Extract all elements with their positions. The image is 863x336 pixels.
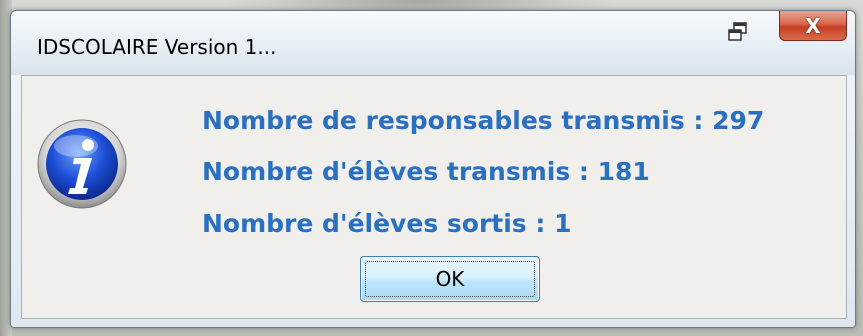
- close-icon: X: [805, 13, 821, 38]
- info-icon: [37, 119, 127, 209]
- dialog-content: Nombre de responsables transmis : 297 No…: [21, 75, 847, 319]
- restore-button[interactable]: [727, 21, 749, 43]
- restore-icon: [728, 22, 747, 41]
- message-line-eleves-sortis: Nombre d'élèves sortis : 1: [202, 209, 572, 238]
- ok-button[interactable]: OK: [360, 256, 540, 302]
- dialog-title: IDSCOLAIRE Version 1...: [37, 35, 277, 59]
- message-line-eleves-transmis: Nombre d'élèves transmis : 181: [202, 157, 650, 186]
- close-button[interactable]: X: [779, 11, 847, 41]
- dialog-titlebar[interactable]: IDSCOLAIRE Version 1... X: [11, 11, 855, 75]
- message-dialog: IDSCOLAIRE Version 1... X Nombre de resp…: [10, 10, 856, 328]
- ok-button-label: OK: [435, 267, 465, 291]
- message-line-responsables: Nombre de responsables transmis : 297: [202, 106, 765, 135]
